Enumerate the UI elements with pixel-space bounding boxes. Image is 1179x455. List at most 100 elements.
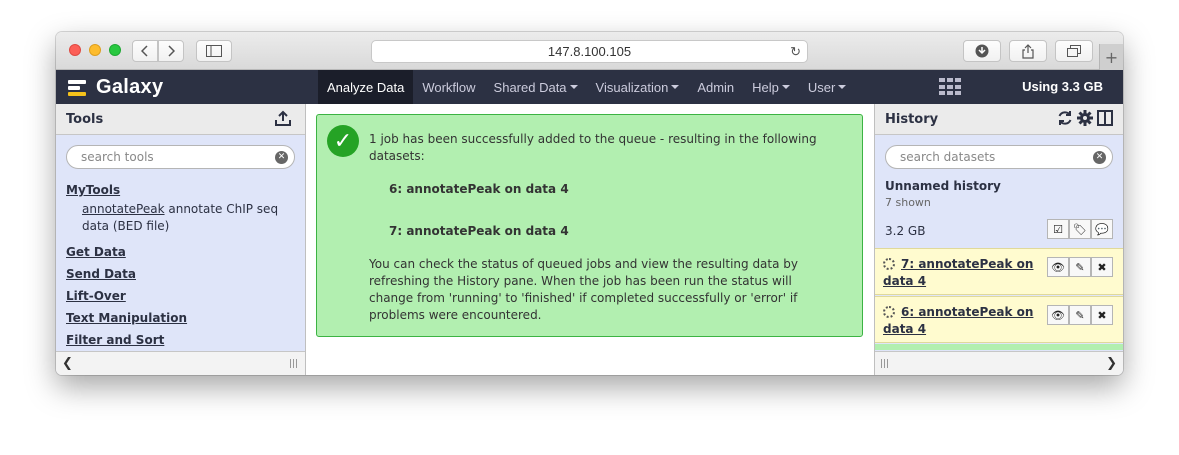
history-header: History — [875, 104, 1123, 135]
resize-grip-icon[interactable] — [290, 359, 297, 368]
section-send-data[interactable]: Send Data — [66, 263, 305, 285]
scroll-right-icon[interactable]: ❯ — [1106, 356, 1117, 371]
nav-label: User — [807, 79, 836, 95]
chevron-left-icon — [141, 45, 148, 57]
history-dataset-ok-edge — [875, 344, 1123, 350]
galaxy-logo-icon — [68, 78, 90, 98]
caret-down-icon — [569, 85, 578, 89]
history-panel: History ✕ Unnamed history 7 shown 3.2 GB… — [874, 104, 1123, 375]
tool-link[interactable]: annotatePeak — [82, 202, 165, 216]
nav-label: Analyze Data — [327, 79, 405, 95]
main-nav: Analyze Data Workflow Shared Data Visual… — [318, 70, 855, 104]
dataset-actions: 👁 ✎ ✖ — [1047, 257, 1113, 277]
delete-icon[interactable]: ✖ — [1091, 257, 1113, 277]
brand-title: Galaxy — [96, 76, 164, 98]
nav-analyze-data[interactable]: Analyze Data — [318, 70, 414, 104]
history-size: 3.2 GB — [885, 224, 926, 238]
output-dataset: 7: annotatePeak on data 4 — [389, 224, 569, 238]
select-datasets-icon[interactable]: ☑ — [1047, 219, 1069, 239]
back-button[interactable] — [132, 40, 158, 62]
history-scrollbar[interactable]: ❯ — [875, 351, 1123, 375]
chevron-right-icon — [168, 45, 175, 57]
dataset-search[interactable]: ✕ — [885, 145, 1113, 169]
download-icon — [975, 44, 989, 58]
quota-usage: Using 3.3 GB — [1022, 79, 1103, 94]
dataset-title-text: 7: annotatePeak on data 4 — [883, 257, 1034, 288]
output-dataset: 6: annotatePeak on data 4 — [389, 182, 569, 196]
sidebar-toggle-button[interactable] — [196, 40, 232, 62]
nav-label: Visualization — [595, 79, 669, 95]
browser-toolbar: 147.8.100.105 ↻ + — [56, 32, 1123, 70]
job-success-message: ✓ 1 job has been successfully added to t… — [316, 114, 863, 337]
nav-label: Help — [752, 79, 779, 95]
nav-label: Shared Data — [493, 79, 567, 95]
caret-down-icon — [781, 85, 790, 89]
downloads-button[interactable] — [963, 40, 1001, 62]
message-body: You can check the status of queued jobs … — [369, 257, 799, 322]
history-options — [1057, 110, 1113, 126]
address-bar[interactable]: 147.8.100.105 ↻ — [371, 40, 808, 63]
dataset-title[interactable]: 6: annotatePeak on data 4 — [883, 304, 1043, 338]
sidebar-icon — [206, 45, 222, 57]
gear-icon[interactable] — [1077, 110, 1093, 126]
tools-scrollbar[interactable]: ❮ — [56, 351, 305, 375]
tools-panel: Tools ✕ MyTools annotatePeak annotate Ch… — [56, 104, 306, 375]
scroll-left-icon[interactable]: ❮ — [62, 356, 73, 371]
nav-shared-data[interactable]: Shared Data — [485, 70, 587, 104]
dataset-title[interactable]: 7: annotatePeak on data 4 — [883, 256, 1043, 290]
url-text: 147.8.100.105 — [547, 44, 632, 59]
forward-button[interactable] — [158, 40, 184, 62]
history-actions: ☑ 🏷 💬 — [1047, 219, 1113, 239]
pencil-icon[interactable]: ✎ — [1069, 305, 1091, 325]
tabs-icon — [1067, 45, 1081, 57]
section-get-data[interactable]: Get Data — [66, 241, 305, 263]
tool-search-input[interactable] — [81, 150, 252, 164]
eye-icon[interactable]: 👁 — [1047, 305, 1069, 325]
nav-label: Admin — [697, 79, 735, 95]
zoom-window-button[interactable] — [109, 44, 121, 56]
running-spinner-icon — [883, 306, 895, 318]
nav-workflow[interactable]: Workflow — [413, 70, 484, 104]
dataset-actions: 👁 ✎ ✖ — [1047, 305, 1113, 325]
tags-icon[interactable]: 🏷 — [1069, 219, 1091, 239]
dataset-search-input[interactable] — [900, 150, 1070, 164]
center-panel: ✓ 1 job has been successfully added to t… — [306, 104, 874, 375]
scratchbook-grid-icon[interactable] — [939, 78, 961, 96]
tool-annotatepeak[interactable]: annotatePeak annotate ChIP seq data (BED… — [66, 201, 286, 235]
eye-icon[interactable]: 👁 — [1047, 257, 1069, 277]
tools-title: Tools — [66, 111, 104, 127]
share-button[interactable] — [1009, 40, 1047, 62]
history-name[interactable]: Unnamed history — [885, 179, 1123, 193]
close-window-button[interactable] — [69, 44, 81, 56]
tabs-overview-button[interactable] — [1055, 40, 1093, 62]
section-text-manipulation[interactable]: Text Manipulation — [66, 307, 305, 329]
nav-label: Workflow — [422, 79, 476, 95]
nav-user[interactable]: User — [799, 70, 855, 104]
upload-icon[interactable] — [275, 110, 291, 130]
pencil-icon[interactable]: ✎ — [1069, 257, 1091, 277]
new-tab-button[interactable]: + — [1099, 44, 1123, 70]
tool-search[interactable]: ✕ — [66, 145, 295, 169]
browser-window: 147.8.100.105 ↻ + Galaxy Analyze Data Wo… — [56, 32, 1123, 375]
nav-visualization[interactable]: Visualization — [587, 70, 689, 104]
clear-search-icon[interactable]: ✕ — [275, 151, 288, 164]
refresh-icon[interactable] — [1057, 110, 1073, 126]
message-intro: 1 job has been successfully added to the… — [369, 132, 817, 163]
section-filter-sort[interactable]: Filter and Sort — [66, 329, 305, 351]
clear-search-icon[interactable]: ✕ — [1093, 151, 1106, 164]
reload-icon[interactable]: ↻ — [790, 44, 801, 60]
minimize-window-button[interactable] — [89, 44, 101, 56]
section-lift-over[interactable]: Lift-Over — [66, 285, 305, 307]
delete-icon[interactable]: ✖ — [1091, 305, 1113, 325]
nav-help[interactable]: Help — [743, 70, 799, 104]
resize-grip-icon[interactable] — [881, 359, 888, 368]
history-dataset[interactable]: 7: annotatePeak on data 4 👁 ✎ ✖ — [875, 248, 1123, 295]
history-dataset[interactable]: 6: annotatePeak on data 4 👁 ✎ ✖ — [875, 296, 1123, 343]
galaxy-brand[interactable]: Galaxy — [68, 76, 163, 99]
nav-admin[interactable]: Admin — [688, 70, 743, 104]
columns-icon[interactable] — [1097, 110, 1113, 126]
caret-down-icon — [838, 85, 847, 89]
annotation-icon[interactable]: 💬 — [1091, 219, 1113, 239]
section-mytools[interactable]: MyTools — [66, 179, 305, 201]
galaxy-masthead: Galaxy Analyze Data Workflow Shared Data… — [56, 70, 1123, 104]
